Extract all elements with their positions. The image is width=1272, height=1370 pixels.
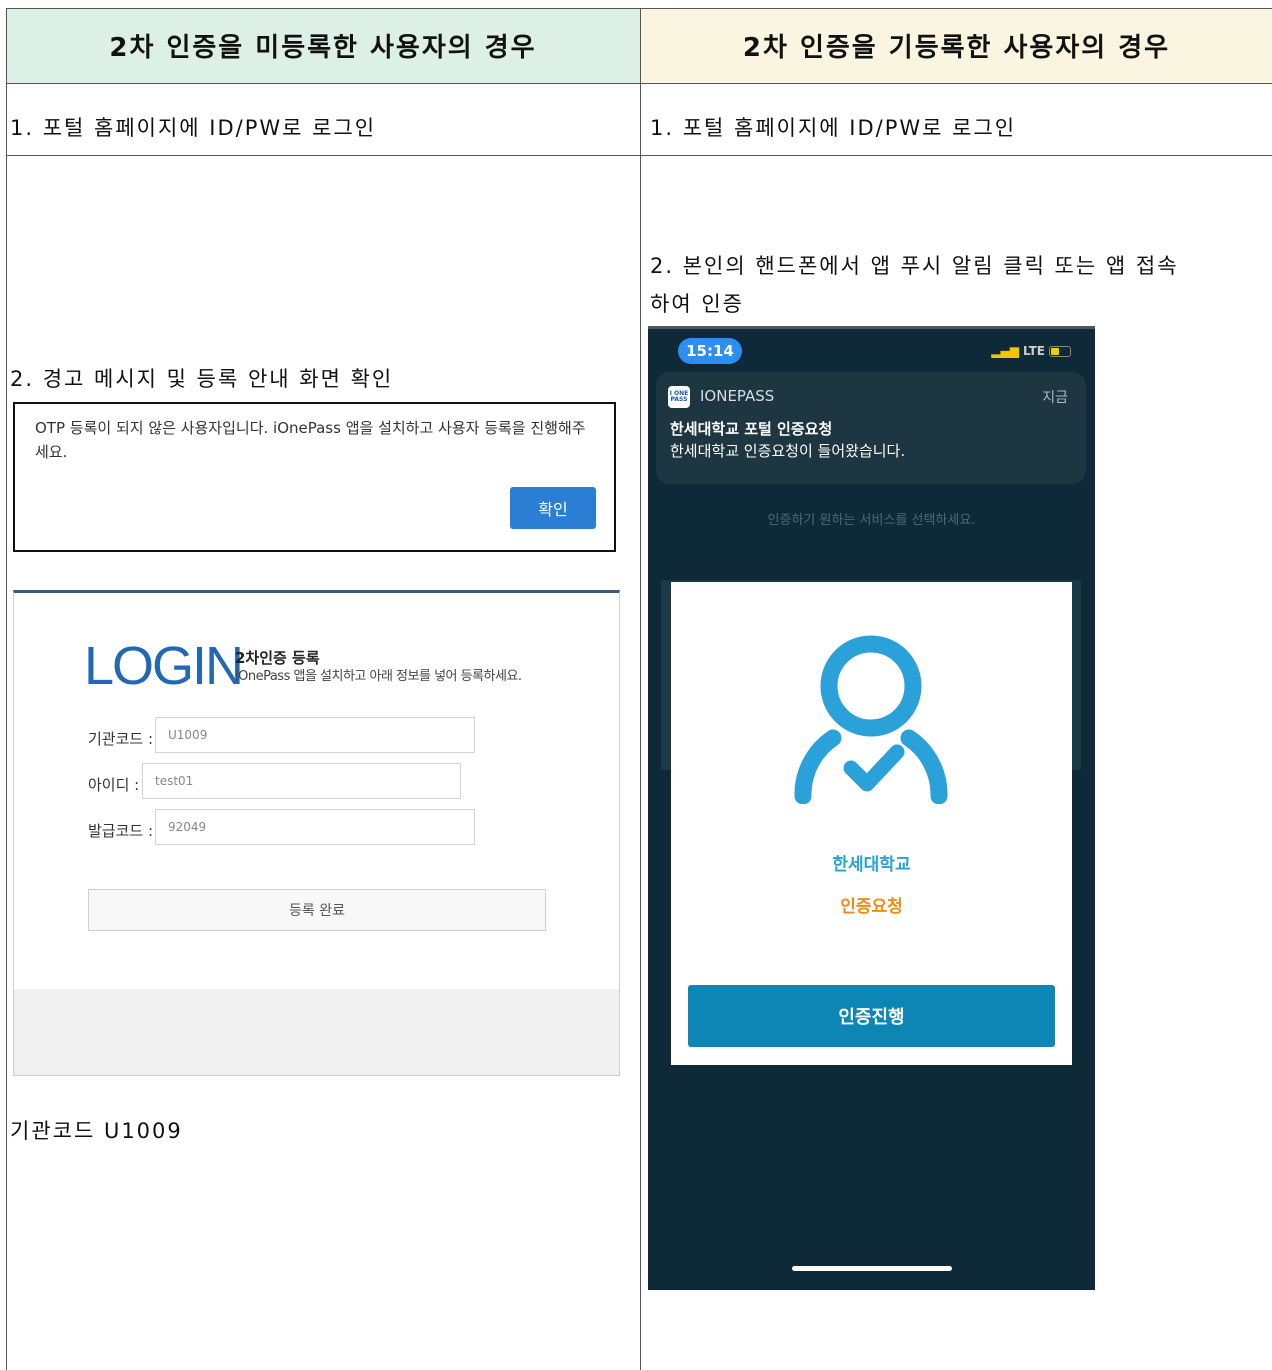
left-column-header: 2차 인증을 미등록한 사용자의 경우: [6, 8, 640, 83]
table-row-line-2: [6, 155, 1272, 156]
notification-app-name: IONEPASS: [700, 387, 775, 405]
user-id-input[interactable]: test01: [142, 763, 461, 799]
issue-code-label: 발급코드 :: [88, 822, 154, 840]
table-row-line-1: [6, 83, 1272, 84]
register-complete-button[interactable]: 등록 완료: [88, 889, 546, 931]
comparison-table: 2차 인증을 미등록한 사용자의 경우 2차 인증을 기등록한 사용자의 경우 …: [6, 8, 1272, 1370]
status-time: 15:14: [678, 338, 742, 364]
card-organization: 한세대학교: [832, 855, 911, 875]
network-label: LTE: [1022, 344, 1045, 358]
user-id-label: 아이디 :: [88, 776, 140, 794]
table-border-left: [6, 8, 7, 1370]
signal-icon: ▂▄▆: [991, 344, 1019, 358]
notification-time: 지금: [1042, 390, 1068, 406]
home-indicator: [792, 1266, 952, 1271]
right-step-2-line-2: 하여 인증: [650, 292, 744, 316]
warning-message: OTP 등록이 되지 않은 사용자입니다. iOnePass 앱을 설치하고 사…: [35, 419, 586, 461]
second-auth-registration-panel: LOGIN 2차인증 등록 iOnePass 앱을 설치하고 아래 정보를 넣어…: [13, 590, 620, 1076]
notification-body: 한세대학교 인증요청이 들어왔습니다.: [670, 442, 906, 460]
issue-code-input[interactable]: 92049: [155, 809, 475, 845]
right-step-1: 1. 포털 홈페이지에 ID/PW로 로그인: [650, 116, 1017, 140]
proceed-auth-button[interactable]: 인증진행: [688, 985, 1055, 1047]
battery-icon: [1049, 345, 1071, 357]
push-notification[interactable]: I ONE PASS IONEPASS 지금 한세대학교 포털 인증요청 한세대학…: [656, 372, 1086, 484]
right-step-2-line-1: 2. 본인의 핸드폰에서 앱 푸시 알림 클릭 또는 앱 접속: [650, 254, 1179, 278]
user-check-icon: [794, 635, 948, 804]
login-footer: [14, 989, 619, 1075]
confirm-button[interactable]: 확인: [510, 487, 596, 529]
table-divider-middle: [640, 8, 641, 1370]
notification-title: 한세대학교 포털 인증요청: [670, 420, 833, 438]
institution-code-note: 기관코드 U1009: [10, 1119, 183, 1143]
right-column-header: 2차 인증을 기등록한 사용자의 경우: [641, 8, 1272, 83]
card-request-label: 인증요청: [840, 897, 903, 917]
ionepass-logo-icon: I ONE PASS: [668, 386, 690, 408]
left-step-1: 1. 포털 홈페이지에 ID/PW로 로그인: [10, 116, 377, 140]
otp-warning-dialog: OTP 등록이 되지 않은 사용자입니다. iOnePass 앱을 설치하고 사…: [13, 402, 616, 552]
status-indicators: ▂▄▆ LTE: [991, 344, 1071, 358]
table-border-top: [6, 8, 1272, 9]
registration-instructions: iOnePass 앱을 설치하고 아래 정보를 넣어 등록하세요.: [235, 669, 522, 684]
left-step-2: 2. 경고 메시지 및 등록 안내 화면 확인: [10, 367, 394, 391]
service-select-hint: 인증하기 원하는 서비스를 선택하세요.: [767, 513, 976, 528]
phone-top-edge: [648, 326, 1095, 329]
institution-code-label: 기관코드 :: [88, 730, 154, 748]
auth-request-card: 한세대학교 인증요청 인증진행: [671, 582, 1072, 1065]
phone-screenshot: 15:14 ▂▄▆ LTE I ONE PASS IONEPASS 지금 한세대학…: [648, 326, 1095, 1290]
login-title: LOGIN: [84, 636, 244, 696]
institution-code-input[interactable]: U1009: [155, 717, 475, 753]
